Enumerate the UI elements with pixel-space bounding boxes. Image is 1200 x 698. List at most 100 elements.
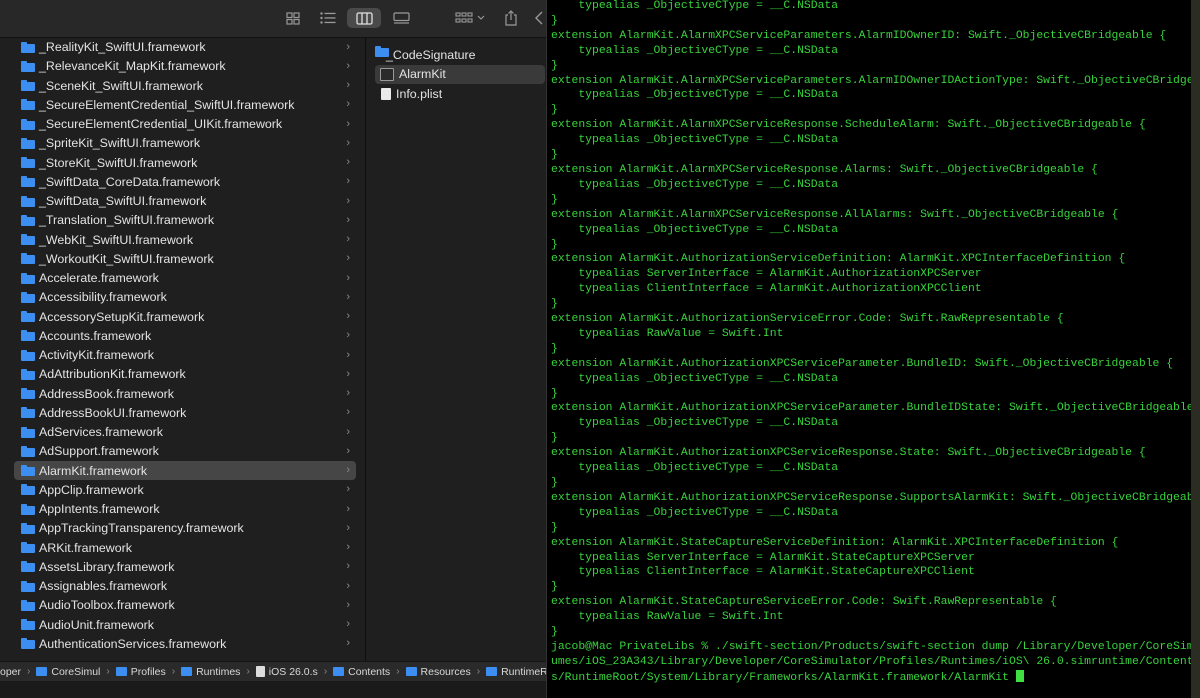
group-icon[interactable]	[452, 8, 488, 28]
framework-row[interactable]: Assignables.framework ›	[14, 577, 356, 596]
framework-row[interactable]: _WebKit_SwiftUI.framework ›	[14, 230, 356, 249]
list-view-icon[interactable]	[317, 8, 339, 28]
terminal-line: typealias ServerInterface = AlarmKit.Sta…	[551, 551, 975, 564]
folder-icon	[21, 99, 35, 111]
framework-row[interactable]: _SecureElementCredential_SwiftUI.framewo…	[14, 95, 356, 114]
folder-icon	[21, 503, 35, 515]
framework-row[interactable]: AuthenticationServices.framework ›	[14, 634, 356, 653]
column-view-icon[interactable]	[347, 8, 381, 28]
terminal-line: umes/iOS_23A343/Library/Developer/CoreSi…	[551, 655, 1192, 668]
framework-row[interactable]: _WorkoutKit_SwiftUI.framework ›	[14, 249, 356, 268]
framework-name: Accessibility.framework	[39, 290, 167, 305]
folder-icon	[21, 41, 35, 53]
terminal-line: extension AlarmKit.AuthorizationServiceD…	[551, 253, 1126, 266]
terminal-line: extension AlarmKit.StateCaptureServiceEr…	[551, 596, 1057, 609]
folder-icon	[21, 176, 35, 188]
folder-icon	[36, 667, 48, 676]
chevron-right-icon: ›	[346, 310, 350, 322]
folder-icon	[21, 542, 35, 554]
folder-icon	[21, 234, 35, 246]
alarmkit-contents-column[interactable]: _CodeSignature AlarmKit Info.plist	[365, 37, 547, 661]
more-chevron-icon[interactable]	[532, 8, 546, 28]
framework-row[interactable]: AddressBook.framework ›	[14, 384, 356, 403]
path-crumb[interactable]: Runtimes ›	[181, 666, 256, 678]
framework-name: _SpriteKit_SwiftUI.framework	[39, 136, 201, 151]
framework-row[interactable]: ActivityKit.framework ›	[14, 346, 356, 365]
terminal-line: }	[551, 521, 558, 534]
framework-row[interactable]: _SecureElementCredential_UIKit.framework…	[14, 115, 356, 134]
framework-row[interactable]: AdSupport.framework ›	[14, 442, 356, 461]
framework-row[interactable]: ARKit.framework ›	[14, 538, 356, 557]
framework-row[interactable]: _Translation_SwiftUI.framework ›	[14, 211, 356, 230]
framework-row[interactable]: AccessorySetupKit.framework ›	[14, 307, 356, 326]
chevron-right-icon: ›	[346, 79, 350, 91]
path-crumb[interactable]: iOS 26.0.s ›	[255, 665, 333, 678]
chevron-right-icon: ›	[346, 271, 350, 284]
framework-row[interactable]: _SwiftData_CoreData.framework ›	[14, 172, 356, 191]
path-crumb[interactable]: Resources ›	[405, 665, 487, 678]
folder-icon	[405, 667, 417, 676]
framework-row[interactable]: AppIntents.framework ›	[14, 500, 356, 519]
framework-name: _SwiftData_SwiftUI.framework	[39, 194, 207, 209]
folder-icon	[21, 638, 35, 650]
chevron-right-icon: ›	[346, 387, 350, 399]
framework-row[interactable]: _RelevanceKit_MapKit.framework ›	[14, 57, 356, 76]
framework-row[interactable]: _StoreKit_SwiftUI.framework ›	[14, 153, 356, 172]
framework-row[interactable]: AddressBookUI.framework ›	[14, 403, 356, 422]
folder-icon	[21, 465, 35, 477]
framework-row[interactable]: AudioUnit.framework ›	[14, 615, 356, 634]
path-crumb-label: iOS 26.0.s	[268, 665, 318, 678]
chevron-right-icon: ›	[346, 329, 350, 342]
terminal-line: extension AlarmKit.AlarmXPCServiceParame…	[551, 74, 1192, 87]
frameworks-column[interactable]: _RealityKit_SwiftUI.framework › _Relevance…	[0, 37, 364, 661]
folder-icon	[21, 522, 35, 534]
framework-row[interactable]: _SpriteKit_SwiftUI.framework ›	[14, 134, 356, 153]
chevron-right-icon: ›	[346, 252, 350, 265]
folder-icon	[21, 407, 35, 419]
framework-row[interactable]: AudioToolbox.framework ›	[14, 596, 356, 615]
file-row[interactable]: Info.plist	[375, 84, 545, 103]
framework-row[interactable]: Accessibility.framework ›	[14, 288, 356, 307]
path-crumb[interactable]: Profiles ›	[115, 666, 181, 678]
grid-view-icon[interactable]	[283, 8, 303, 28]
folder-icon	[181, 667, 193, 676]
framework-row[interactable]: Accelerate.framework ›	[14, 269, 356, 288]
gallery-view-icon[interactable]	[390, 8, 412, 28]
file-row[interactable]: _CodeSignature	[375, 45, 545, 65]
terminal-window[interactable]: typealias _ObjectiveCType = __C.NSData }…	[546, 0, 1192, 698]
terminal-line: extension AlarmKit.AuthorizationXPCServi…	[551, 402, 1192, 415]
terminal-line: }	[551, 104, 558, 117]
path-crumb[interactable]: Contents ›	[333, 666, 405, 678]
framework-row[interactable]: Accounts.framework ›	[14, 326, 356, 345]
framework-name: _SceneKit_SwiftUI.framework	[39, 78, 203, 93]
chevron-right-icon: ›	[346, 521, 350, 534]
framework-row[interactable]: AdAttributionKit.framework ›	[14, 365, 356, 384]
framework-row[interactable]: _SceneKit_SwiftUI.framework ›	[14, 76, 356, 95]
path-separator-icon: ›	[396, 666, 400, 677]
framework-row[interactable]: _RealityKit_SwiftUI.framework ›	[14, 38, 356, 57]
path-crumb[interactable]: CoreSimul ›	[36, 666, 115, 678]
terminal-line: extension AlarmKit.AlarmXPCServiceRespon…	[551, 119, 1146, 132]
framework-name: ActivityKit.framework	[39, 348, 154, 363]
chevron-right-icon: ›	[346, 560, 350, 573]
framework-row[interactable]: AppClip.framework ›	[14, 480, 356, 499]
file-row[interactable]: AlarmKit	[375, 64, 545, 84]
document-icon	[381, 87, 391, 100]
framework-name: ARKit.framework	[39, 540, 132, 555]
path-crumb[interactable]: oper ›	[0, 666, 36, 678]
framework-row[interactable]: AssetsLibrary.framework ›	[14, 557, 356, 576]
framework-row[interactable]: AlarmKit.framework ›	[14, 461, 356, 481]
folder-icon	[21, 368, 35, 380]
framework-row[interactable]: AppTrackingTransparency.framework ›	[14, 519, 356, 538]
chevron-right-icon: ›	[346, 483, 350, 496]
terminal-line: extension AlarmKit.AlarmXPCServiceRespon…	[551, 163, 1098, 176]
path-crumb-label: Resources	[420, 665, 471, 678]
terminal-line: typealias _ObjectiveCType = __C.NSData	[551, 372, 839, 385]
framework-name: _RelevanceKit_MapKit.framework	[39, 59, 226, 74]
share-icon[interactable]	[502, 8, 520, 28]
terminal-line: }	[551, 59, 558, 72]
terminal-output: typealias _ObjectiveCType = __C.NSData }…	[551, 0, 1192, 686]
framework-row[interactable]: AdServices.framework ›	[14, 423, 356, 442]
path-crumb[interactable]: RuntimeRc	[486, 666, 546, 678]
framework-row[interactable]: _SwiftData_SwiftUI.framework ›	[14, 192, 356, 211]
